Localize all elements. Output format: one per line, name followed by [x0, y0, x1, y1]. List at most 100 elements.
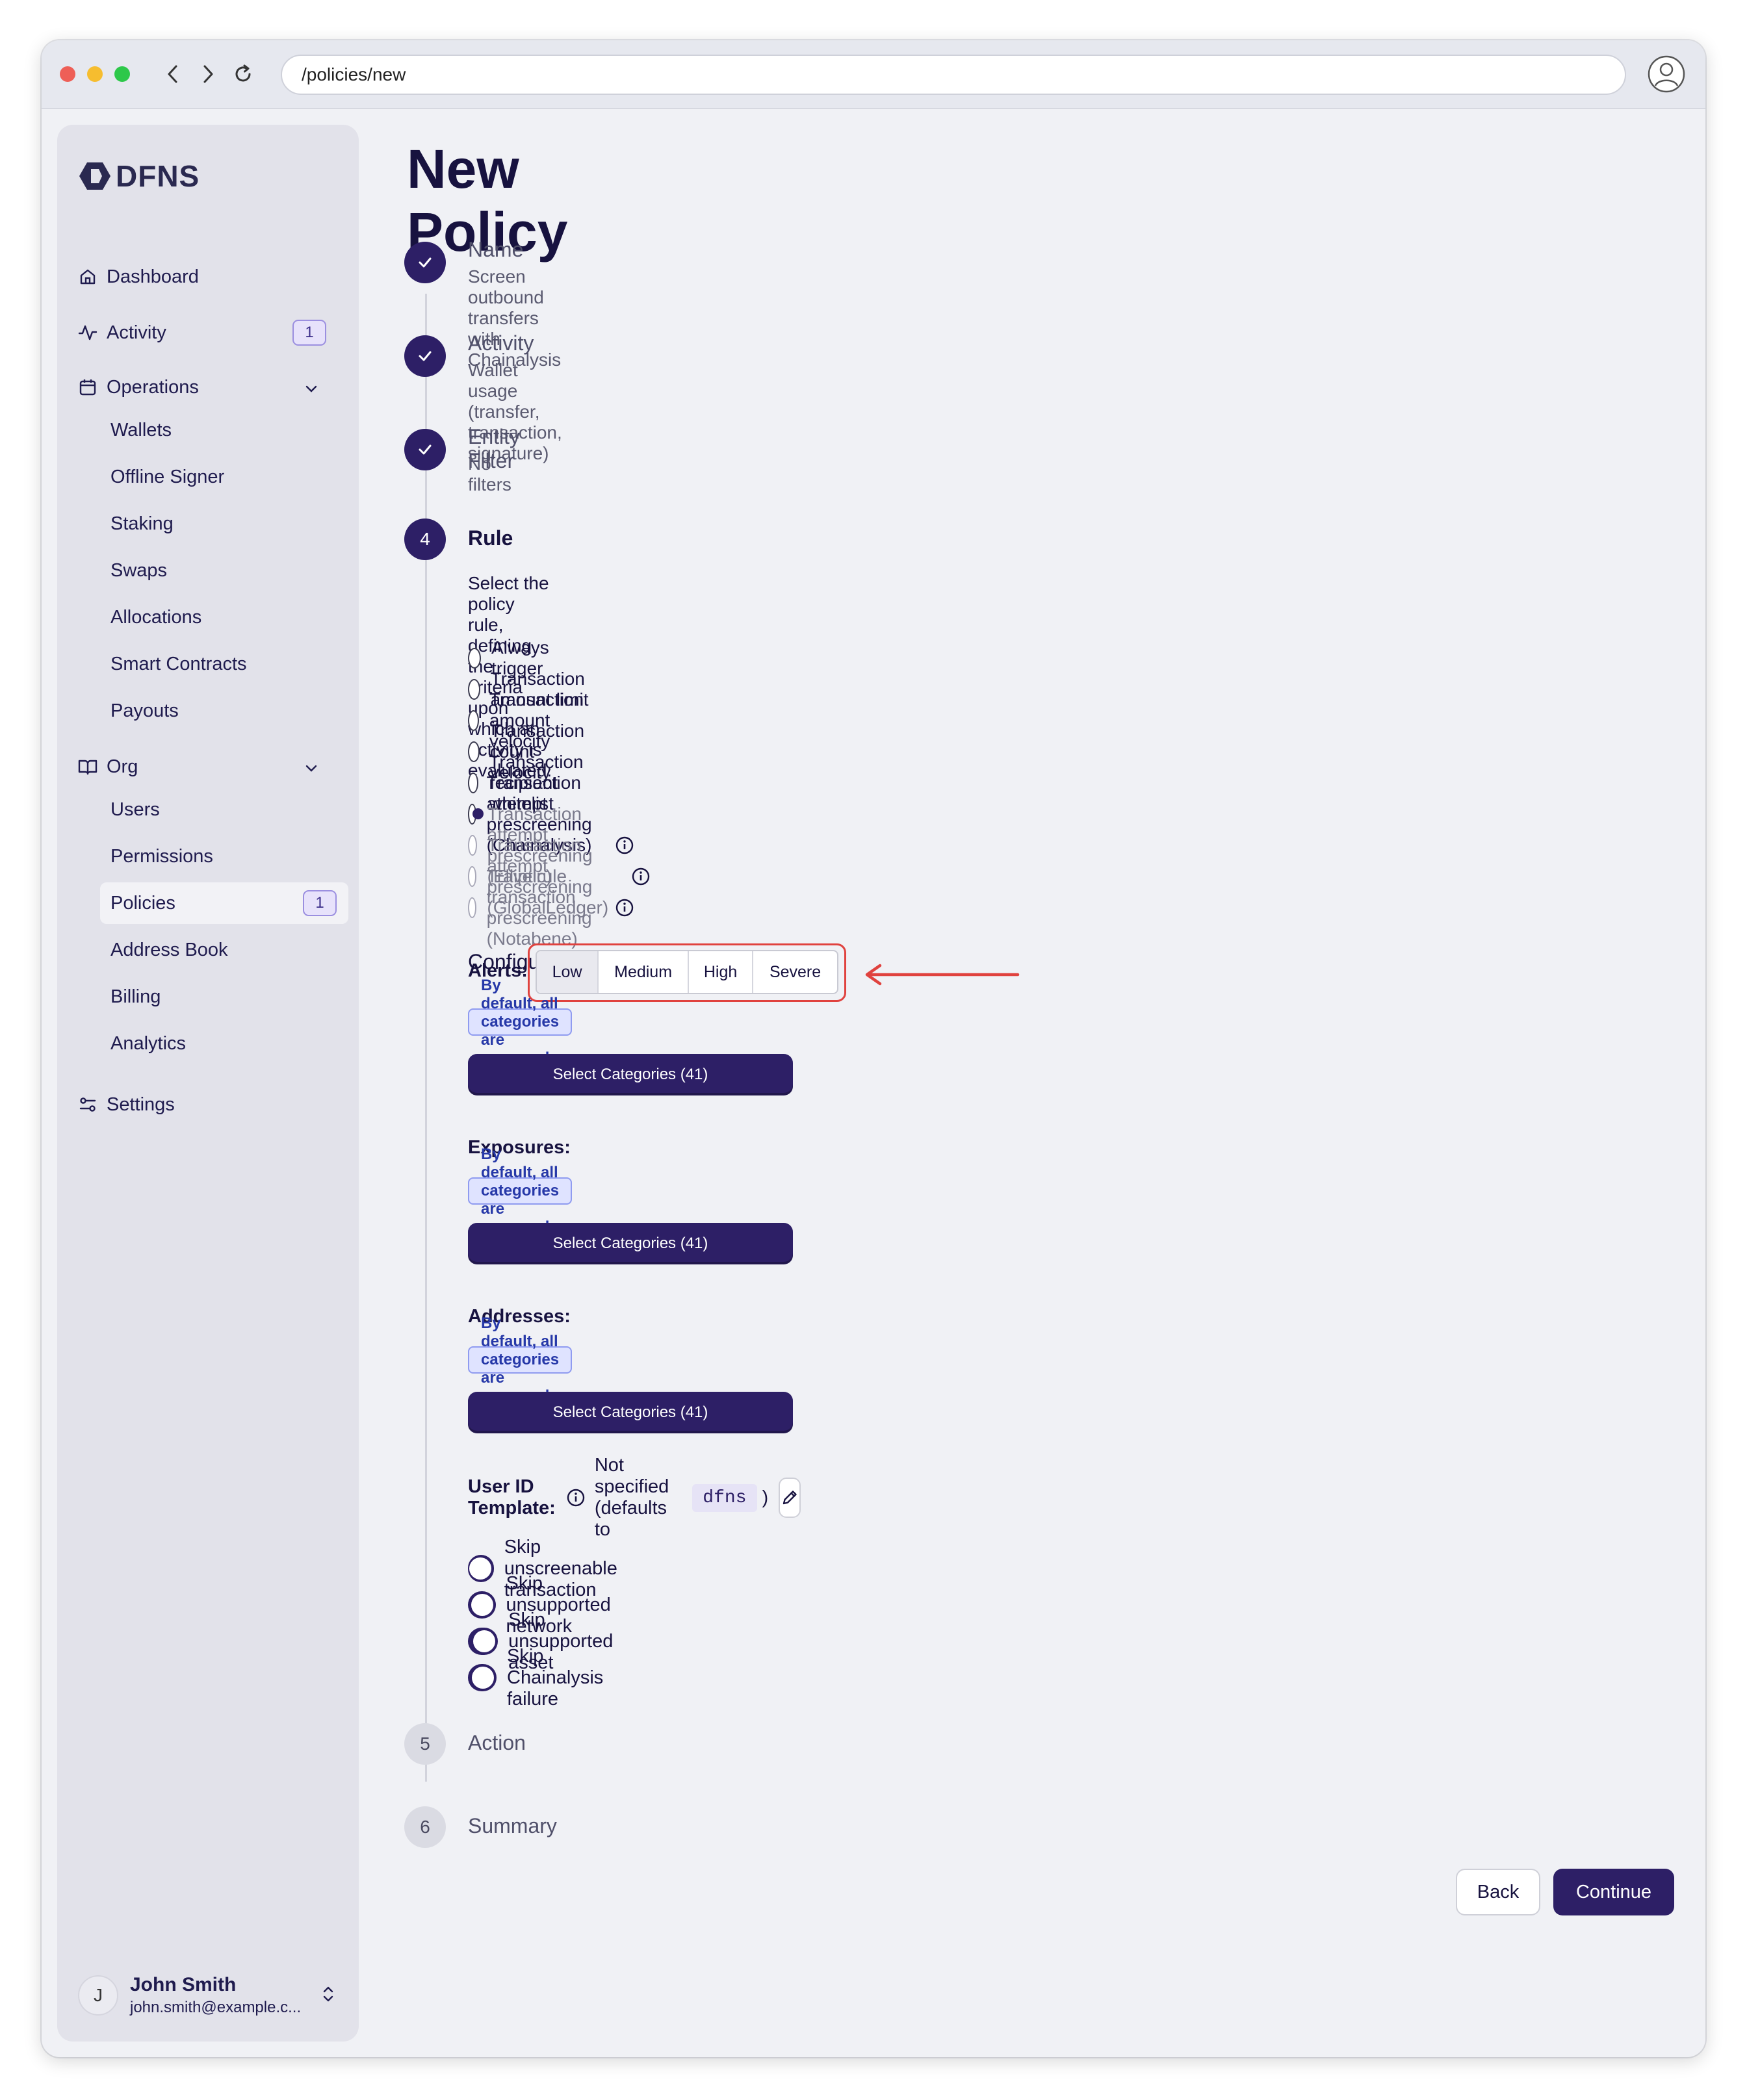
- radio-button[interactable]: [468, 741, 480, 762]
- sidebar-item-label: Smart Contracts: [110, 653, 247, 674]
- radio-button[interactable]: [468, 648, 482, 669]
- sidebar-item-swaps[interactable]: Swaps: [100, 550, 348, 591]
- sidebar-item-policies[interactable]: Policies 1: [100, 882, 348, 924]
- sidebar-item-label: Wallets: [110, 419, 172, 441]
- chevron-down-icon[interactable]: [304, 379, 318, 401]
- sidebar: DFNS Dashboard Activity 1 Operations Wal…: [57, 125, 359, 2042]
- chevron-down-icon[interactable]: [304, 759, 318, 780]
- step-complete-indicator: [404, 335, 446, 377]
- step-complete-indicator: [404, 429, 446, 470]
- step-title-name[interactable]: Name: [468, 238, 523, 262]
- exposures-default-note: By default, all categories are screened.: [468, 1146, 573, 1236]
- radio-travelrule-notabene[interactable]: Travelrule transaction prescreening (Not…: [468, 866, 634, 949]
- level-severe-button[interactable]: Severe: [753, 951, 837, 993]
- sidebar-item-analytics[interactable]: Analytics: [100, 1023, 348, 1064]
- toggle-switch[interactable]: [468, 1628, 498, 1655]
- back-button[interactable]: Back: [1456, 1869, 1540, 1915]
- sidebar-item-label: Users: [110, 799, 160, 820]
- alerts-select-categories-button[interactable]: Select Categories (41): [468, 1054, 793, 1095]
- step-number-4: 4: [404, 519, 446, 560]
- profile-icon[interactable]: [1647, 55, 1686, 94]
- sidebar-item-settings[interactable]: Settings: [78, 1085, 338, 1124]
- calendar-icon: [78, 378, 97, 397]
- step-title-summary: Summary: [468, 1814, 557, 1838]
- close-window-dot[interactable]: [60, 66, 75, 82]
- info-icon[interactable]: [615, 898, 634, 917]
- alert-level-segmented-control[interactable]: Low Medium High Severe: [536, 950, 838, 994]
- radio-button[interactable]: [468, 866, 477, 887]
- addresses-select-categories-button[interactable]: Select Categories (41): [468, 1392, 793, 1433]
- sidebar-item-users[interactable]: Users: [100, 789, 348, 830]
- step-number-5: 5: [404, 1723, 446, 1765]
- user-id-template-value: Not specified (defaults to: [594, 1455, 669, 1540]
- sidebar-item-label: Policies: [110, 892, 175, 914]
- sliders-icon: [78, 1095, 97, 1114]
- sidebar-item-billing[interactable]: Billing: [100, 976, 348, 1018]
- browser-window: /policies/new DFNS Dashboard Activity 1 …: [42, 40, 1705, 2057]
- sidebar-item-operations[interactable]: Operations: [78, 368, 338, 407]
- toggle-label: Skip Chainalysis failure: [507, 1645, 604, 1709]
- addresses-default-note: By default, all categories are screened.: [468, 1314, 573, 1405]
- radio-button[interactable]: [468, 710, 479, 731]
- radio-button[interactable]: [468, 773, 479, 793]
- brand-name: DFNS: [116, 159, 200, 193]
- maximize-window-dot[interactable]: [114, 66, 130, 82]
- sidebar-item-label: Dashboard: [107, 266, 199, 287]
- radio-button[interactable]: [468, 835, 477, 856]
- radio-label: Travelrule transaction prescreening (Not…: [486, 866, 592, 949]
- step-title-rule: Rule: [468, 526, 513, 550]
- user-id-template-row: User ID Template: Not specified (default…: [468, 1455, 801, 1540]
- forward-arrow-icon[interactable]: [192, 58, 224, 90]
- sidebar-item-address-book[interactable]: Address Book: [100, 929, 348, 971]
- toggle-switch[interactable]: [468, 1591, 496, 1619]
- reload-icon[interactable]: [227, 58, 259, 90]
- dfns-logo-icon: [79, 162, 110, 190]
- level-medium-button[interactable]: Medium: [599, 951, 689, 993]
- sidebar-item-label: Settings: [107, 1094, 175, 1115]
- check-icon: [419, 351, 432, 361]
- sidebar-item-staking[interactable]: Staking: [100, 503, 348, 544]
- sidebar-item-label: Allocations: [110, 606, 202, 628]
- sidebar-item-smart-contracts[interactable]: Smart Contracts: [100, 643, 348, 685]
- sidebar-item-org[interactable]: Org: [78, 747, 338, 786]
- continue-button[interactable]: Continue: [1553, 1869, 1674, 1915]
- radio-always-trigger[interactable]: Always trigger: [468, 637, 557, 678]
- brand-logo[interactable]: DFNS: [78, 159, 200, 194]
- chevron-up-down-icon[interactable]: [321, 1984, 335, 2007]
- sidebar-item-label: Activity: [107, 322, 166, 343]
- back-arrow-icon[interactable]: [157, 58, 188, 90]
- step-complete-indicator: [404, 242, 446, 283]
- sidebar-item-label: Permissions: [110, 845, 213, 867]
- user-menu[interactable]: J John Smith john.smith@example.c...: [78, 1969, 344, 2021]
- step-title-activity[interactable]: Activity: [468, 331, 534, 355]
- sidebar-item-label: Billing: [110, 986, 161, 1007]
- home-icon: [78, 267, 97, 287]
- radio-button[interactable]: [468, 679, 480, 700]
- radio-button-selected[interactable]: [468, 804, 484, 825]
- minimize-window-dot[interactable]: [87, 66, 103, 82]
- policies-count-badge: 1: [303, 890, 337, 916]
- exposures-select-categories-button[interactable]: Select Categories (41): [468, 1223, 793, 1264]
- info-icon[interactable]: [631, 867, 651, 886]
- level-high-button[interactable]: High: [689, 951, 754, 993]
- info-icon[interactable]: [566, 1488, 586, 1507]
- sidebar-item-label: Offline Signer: [110, 466, 225, 487]
- sidebar-item-dashboard[interactable]: Dashboard: [78, 257, 338, 296]
- sidebar-item-allocations[interactable]: Allocations: [100, 596, 348, 638]
- sidebar-item-activity[interactable]: Activity 1: [78, 313, 338, 352]
- step-subtitle-entity-filter: No filters: [468, 454, 511, 494]
- edit-user-id-button[interactable]: [779, 1478, 801, 1518]
- toggle-skip-chainalysis-failure[interactable]: Skip Chainalysis failure: [468, 1646, 623, 1709]
- address-bar[interactable]: /policies/new: [281, 55, 1626, 95]
- sidebar-item-permissions[interactable]: Permissions: [100, 836, 348, 877]
- sidebar-item-payouts[interactable]: Payouts: [100, 690, 348, 732]
- url-text: /policies/new: [302, 64, 406, 84]
- radio-button[interactable]: [468, 897, 476, 918]
- sidebar-item-label: Operations: [107, 376, 199, 398]
- check-icon: [419, 444, 432, 455]
- toggle-switch[interactable]: [468, 1555, 494, 1582]
- toggle-switch[interactable]: [468, 1664, 497, 1691]
- sidebar-item-offline-signer[interactable]: Offline Signer: [100, 456, 348, 498]
- sidebar-item-wallets[interactable]: Wallets: [100, 409, 348, 451]
- user-id-default-code: dfns: [692, 1483, 757, 1512]
